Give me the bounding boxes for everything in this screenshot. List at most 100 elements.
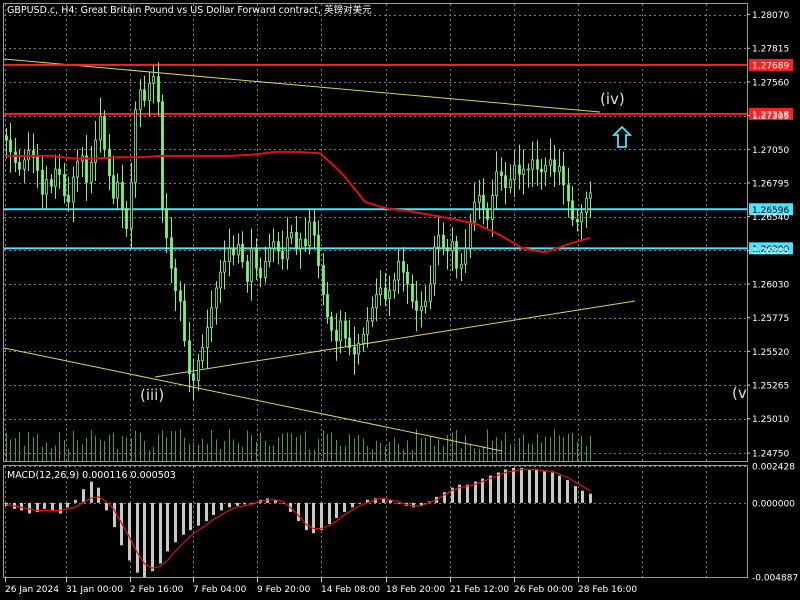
candle-body: [63, 173, 66, 196]
macd-tick-label: -0.004887: [752, 574, 798, 584]
candle-body: [228, 247, 231, 262]
candle-body: [223, 261, 226, 273]
macd-bar: [182, 502, 185, 535]
price-level-label: 1.27689: [752, 61, 789, 71]
price-tick-label: 1.27815: [752, 45, 789, 55]
macd-bar: [558, 475, 561, 503]
macd-bar: [566, 480, 569, 503]
macd-bar: [335, 502, 338, 519]
candle-body: [446, 247, 449, 252]
candle-body: [206, 327, 209, 348]
time-axis[interactable]: 26 Jan 2024 31 Jan 00:00 2 Feb 16:00 7 Feb …: [5, 578, 637, 595]
macd-bar: [136, 502, 139, 573]
candle-body: [232, 247, 235, 256]
candle-body: [165, 208, 168, 239]
macd-bar: [59, 502, 62, 514]
macd-bar: [589, 493, 592, 503]
candle-body: [589, 192, 592, 199]
candle-body: [397, 261, 400, 281]
macd-bar: [159, 502, 162, 564]
macd-bar: [497, 472, 500, 503]
candle-body: [201, 347, 204, 362]
price-axis[interactable]: 1.28070 1.27815 1.27560 1.27305 1.27050 1.267…: [747, 11, 789, 460]
price-chart[interactable]: 1.276891.273181.265961.26300 (iv) (iii) …: [0, 0, 800, 600]
macd-bar: [82, 489, 85, 503]
candle-body: [299, 238, 302, 249]
candle-body: [495, 171, 498, 196]
candle-body: [250, 247, 253, 282]
candle-body: [518, 164, 521, 175]
candle-body: [215, 287, 218, 309]
time-tick-label: 21 Feb 12:00: [450, 585, 509, 595]
macd-bar: [228, 502, 231, 508]
candle-body: [379, 287, 382, 295]
candle-body: [558, 166, 561, 173]
macd-bar: [520, 467, 523, 503]
candle-body: [371, 307, 374, 322]
candle-body: [112, 175, 115, 199]
candle-body: [295, 232, 298, 249]
macd-bar: [174, 502, 177, 543]
price-tick-label: 1.27560: [752, 78, 789, 88]
candle-body: [402, 261, 405, 273]
candle-body: [406, 271, 409, 285]
macd-bar: [297, 502, 300, 522]
candle-body: [272, 241, 275, 249]
candle-body: [281, 250, 284, 260]
time-tick-label: 31 Jan 00:00: [66, 585, 123, 595]
candle-body: [290, 232, 293, 239]
candle-body: [18, 162, 21, 170]
candle-body: [553, 159, 556, 173]
time-tick-label: 9 Feb 20:00: [257, 585, 311, 595]
wave-label-v: (v: [732, 384, 747, 402]
candle-body: [268, 247, 271, 262]
chart-title: GBPUSD.c, H4: Great Britain Pound vs US …: [7, 4, 372, 16]
macd-bar: [412, 502, 415, 508]
candle-body: [504, 175, 507, 188]
macd-label: MACD(12,26,9) 0.000116 0.000503: [7, 470, 176, 481]
macd-axis: 0.002428 0.000000 -0.004887: [752, 463, 798, 584]
price-tick-label: 1.25520: [752, 348, 789, 358]
candle-body: [571, 200, 574, 220]
price-tick-label: 1.26540: [752, 213, 789, 223]
price-tick-label: 1.25010: [752, 415, 789, 425]
candle-body: [344, 320, 347, 339]
time-tick-label: 28 Feb 16:00: [578, 585, 637, 595]
macd-bar: [212, 502, 215, 515]
price-tick-label: 1.26030: [752, 281, 789, 291]
candle-body: [143, 89, 146, 101]
candle-body: [353, 347, 356, 355]
candle-body: [90, 162, 93, 183]
candle-body: [179, 290, 182, 302]
candle-body: [527, 168, 530, 171]
candle-body: [103, 115, 106, 150]
time-tick-label: 18 Feb 20:00: [386, 585, 445, 595]
price-tick-label: 1.27305: [752, 112, 789, 122]
candle-body: [36, 156, 39, 171]
candle-body: [23, 159, 26, 170]
candle-body: [134, 109, 137, 183]
macd-tick-label: 0.000000: [752, 499, 795, 509]
candle-body: [420, 306, 423, 311]
candle-body: [429, 283, 432, 302]
candle-body: [491, 195, 494, 220]
candle-body: [366, 320, 369, 335]
candle-body: [513, 164, 516, 181]
macd-bar: [97, 487, 100, 503]
candle-body: [424, 300, 427, 307]
macd-bar: [581, 490, 584, 503]
macd-bar: [143, 502, 146, 578]
candle-body: [125, 208, 128, 229]
candle-body: [9, 139, 12, 153]
candle-body: [58, 168, 61, 175]
candle-body: [152, 76, 155, 84]
candle-body: [241, 243, 244, 262]
candle-body: [45, 179, 48, 195]
candle-body: [384, 287, 387, 299]
candle-body: [509, 179, 512, 188]
macd-bar: [151, 502, 154, 572]
candle-body: [335, 329, 338, 342]
candle-body: [237, 243, 240, 256]
candle-body: [562, 166, 565, 186]
candle-body: [580, 212, 583, 223]
